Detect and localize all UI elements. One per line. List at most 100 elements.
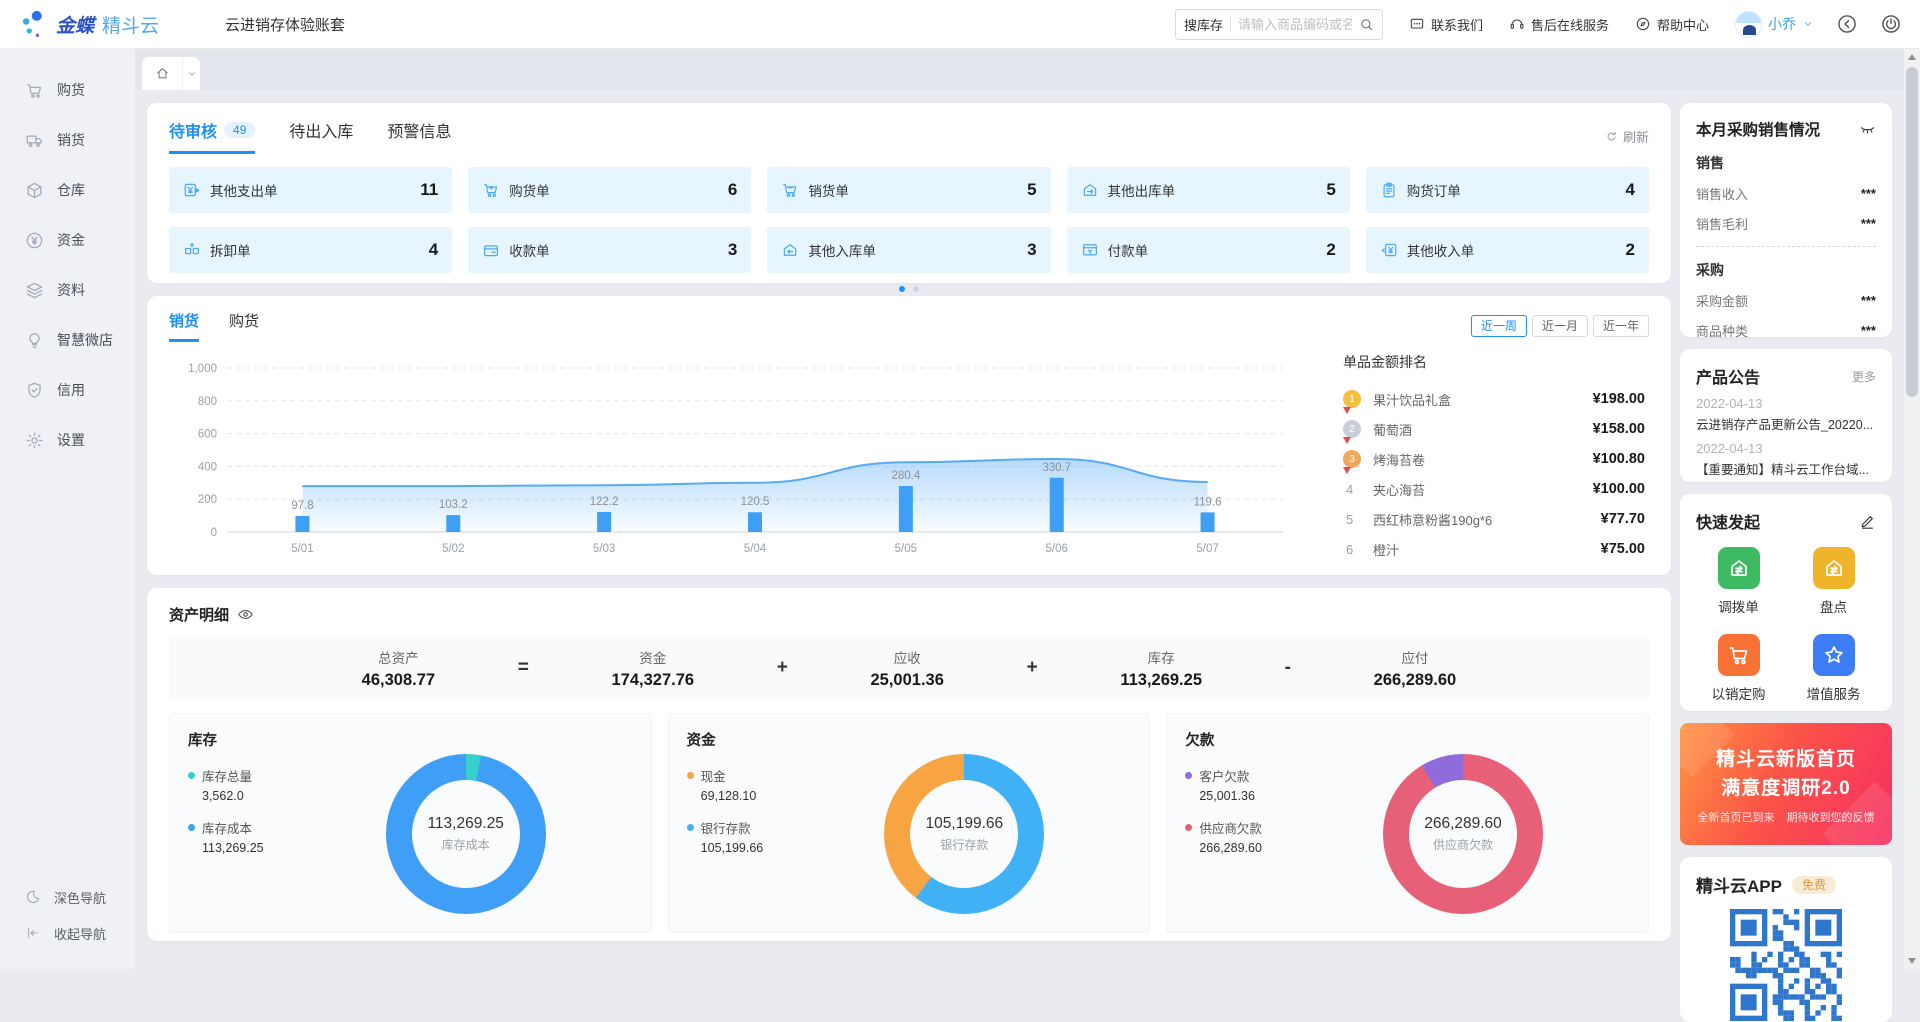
user-menu[interactable]: 小乔 xyxy=(1735,11,1814,38)
pagination-dot-2[interactable] xyxy=(913,286,919,292)
range-year-button[interactable]: 近一年 xyxy=(1593,315,1649,337)
legend-dot xyxy=(687,772,694,779)
tab-pending-approval[interactable]: 待审核 49 xyxy=(169,118,255,154)
donut-title: 欠款 xyxy=(1185,729,1630,750)
item-name: 夹心海苔 xyxy=(1373,480,1593,499)
after-sales-service-link[interactable]: 售后在线服务 xyxy=(1509,15,1609,34)
card-label: 购货单 xyxy=(509,180,550,200)
cart-plus-icon xyxy=(482,181,500,199)
logout-button[interactable] xyxy=(1880,13,1902,35)
sidebar-item-warehouse[interactable]: 仓库 xyxy=(0,165,135,215)
legend-label: 库存总量 xyxy=(202,766,252,785)
banner-line-2: 满意度调研2.0 xyxy=(1721,773,1850,800)
eye-closed-icon[interactable] xyxy=(1859,121,1876,138)
tab-purchase[interactable]: 购货 xyxy=(229,310,259,342)
sidebar-item-purchase[interactable]: 购货 xyxy=(0,65,135,115)
stat-value-masked: *** xyxy=(1861,323,1876,338)
survey-banner[interactable]: 精斗云新版首页 满意度调研2.0 全新首页已到来 期待收到您的反馈 xyxy=(1680,723,1892,845)
eye-icon[interactable] xyxy=(237,606,254,623)
ranking-row[interactable]: 5 西红柿意粉酱190g*6 ¥77.70 xyxy=(1343,504,1645,534)
kingdee-logo-icon xyxy=(18,9,48,39)
pagination-dot-1[interactable] xyxy=(899,286,905,292)
todo-card-other-outbound[interactable]: 其他出库单 5 xyxy=(1067,167,1350,213)
pencil-edit-icon[interactable] xyxy=(1859,513,1876,530)
home-tab xyxy=(142,57,200,90)
sidebar-item-smart-store[interactable]: 智慧微店 xyxy=(0,315,135,365)
help-center-link[interactable]: 帮助中心 xyxy=(1635,15,1709,34)
refresh-button[interactable]: 刷新 xyxy=(1605,127,1649,146)
item-name: 烤海苔卷 xyxy=(1373,450,1593,469)
headset-icon xyxy=(1509,16,1525,32)
range-week-button[interactable]: 近一周 xyxy=(1471,315,1527,337)
tab-sales[interactable]: 销货 xyxy=(169,310,199,342)
item-name: 葡萄酒 xyxy=(1373,420,1593,439)
logo-text-primary: 金蝶 xyxy=(56,11,94,38)
ranking-row[interactable]: 4 夹心海苔 ¥100.00 xyxy=(1343,474,1645,504)
todo-card-other-inbound[interactable]: 其他入库单 3 xyxy=(767,227,1050,273)
scrollbar-down-arrow[interactable] xyxy=(1904,953,1920,969)
legend-label: 供应商欠款 xyxy=(1199,818,1262,837)
contact-us-link[interactable]: 联系我们 xyxy=(1409,15,1483,34)
announcement-item[interactable]: 2022-04-13 云进销存产品更新公告_20220... xyxy=(1696,396,1876,433)
sidebar-nav: 购货 销货 仓库 资金 资料 智慧微店 信用 设置 xyxy=(0,49,135,969)
sidebar-item-credit[interactable]: 信用 xyxy=(0,365,135,415)
scrollbar-up-arrow[interactable] xyxy=(1904,49,1920,65)
search-input[interactable] xyxy=(1238,17,1352,32)
announcement-item[interactable]: 2022-04-13 【重要通知】精斗云工作台域... xyxy=(1696,441,1876,478)
inventory-donut-chart: 113,269.25 库存成本 xyxy=(386,754,546,914)
quick-item-sell-to-order[interactable]: 以销定购 xyxy=(1696,634,1781,703)
todo-card-sales-order[interactable]: 销货单 5 xyxy=(767,167,1050,213)
donut-center-value: 113,269.25 xyxy=(427,815,503,833)
card-count: 2 xyxy=(1626,240,1635,260)
after-sales-label: 售后在线服务 xyxy=(1531,15,1609,34)
todo-card-other-income[interactable]: 其他收入单 2 xyxy=(1366,227,1649,273)
todo-card-payment[interactable]: 付款单 2 xyxy=(1067,227,1350,273)
ranking-row[interactable]: 2 葡萄酒 ¥158.00 xyxy=(1343,414,1645,444)
stat-label: 销售收入 xyxy=(1696,184,1748,203)
quick-item-transfer[interactable]: 调拨单 xyxy=(1696,547,1781,616)
tab-dropdown-button[interactable] xyxy=(182,57,200,90)
expense-icon xyxy=(183,181,201,199)
card-count: 3 xyxy=(1027,240,1036,260)
tab-alerts[interactable]: 预警信息 xyxy=(387,118,451,154)
todo-card-receipt[interactable]: 收款单 3 xyxy=(468,227,751,273)
range-month-button[interactable]: 近一月 xyxy=(1532,315,1588,337)
stat-label: 采购金额 xyxy=(1696,291,1748,310)
quick-item-stocktake[interactable]: 盘点 xyxy=(1791,547,1876,616)
stat-label: 销售毛利 xyxy=(1696,214,1748,233)
quick-item-value-added[interactable]: 增值服务 xyxy=(1791,634,1876,703)
tab-label: 购货 xyxy=(229,313,259,330)
collapse-nav-button[interactable]: 收起导航 xyxy=(0,915,135,951)
more-link[interactable]: 更多 xyxy=(1852,368,1876,385)
app-logo[interactable]: 金蝶 精斗云 xyxy=(18,9,159,39)
tab-label: 待出入库 xyxy=(289,118,353,142)
todo-card-disassembly[interactable]: 拆卸单 4 xyxy=(169,227,452,273)
scrollbar-thumb[interactable] xyxy=(1906,67,1918,397)
donut-title: 库存 xyxy=(188,729,633,750)
ranking-row[interactable]: 3 烤海苔卷 ¥100.80 xyxy=(1343,444,1645,474)
sidebar-item-label: 销货 xyxy=(57,130,85,150)
legend-label: 库存成本 xyxy=(202,818,252,837)
legend-dot xyxy=(687,824,694,831)
collapse-nav-label: 收起导航 xyxy=(54,924,106,943)
sidebar-item-sales[interactable]: 销货 xyxy=(0,115,135,165)
todo-card-purchase-request[interactable]: 购货订单 4 xyxy=(1366,167,1649,213)
sidebar-item-settings[interactable]: 设置 xyxy=(0,415,135,465)
ranking-row[interactable]: 6 橙汁 ¥75.00 xyxy=(1343,534,1645,564)
legend-value: 105,199.66 xyxy=(701,841,837,855)
back-button[interactable] xyxy=(1836,13,1858,35)
sidebar-item-funds[interactable]: 资金 xyxy=(0,215,135,265)
debt-donut-card: 欠款 客户欠款 25,001.36 供应商欠款 266,289.60 266,2… xyxy=(1166,713,1649,933)
home-tab-button[interactable] xyxy=(142,57,182,90)
todo-card-other-expense[interactable]: 其他支出单 11 xyxy=(169,167,452,213)
dark-nav-toggle[interactable]: 深色导航 xyxy=(0,879,135,915)
search-icon[interactable] xyxy=(1359,17,1374,32)
card-label: 其他入库单 xyxy=(808,240,876,260)
silver-medal-icon: 2 xyxy=(1343,420,1361,438)
sidebar-item-data[interactable]: 资料 xyxy=(0,265,135,315)
ranking-row[interactable]: 1 果汁饮品礼盒 ¥198.00 xyxy=(1343,384,1645,414)
tab-pending-inout[interactable]: 待出入库 xyxy=(289,118,353,154)
search-scope-selector[interactable]: 搜库存 xyxy=(1184,15,1223,34)
card-count: 4 xyxy=(429,240,438,260)
todo-card-purchase-order[interactable]: 购货单 6 xyxy=(468,167,751,213)
